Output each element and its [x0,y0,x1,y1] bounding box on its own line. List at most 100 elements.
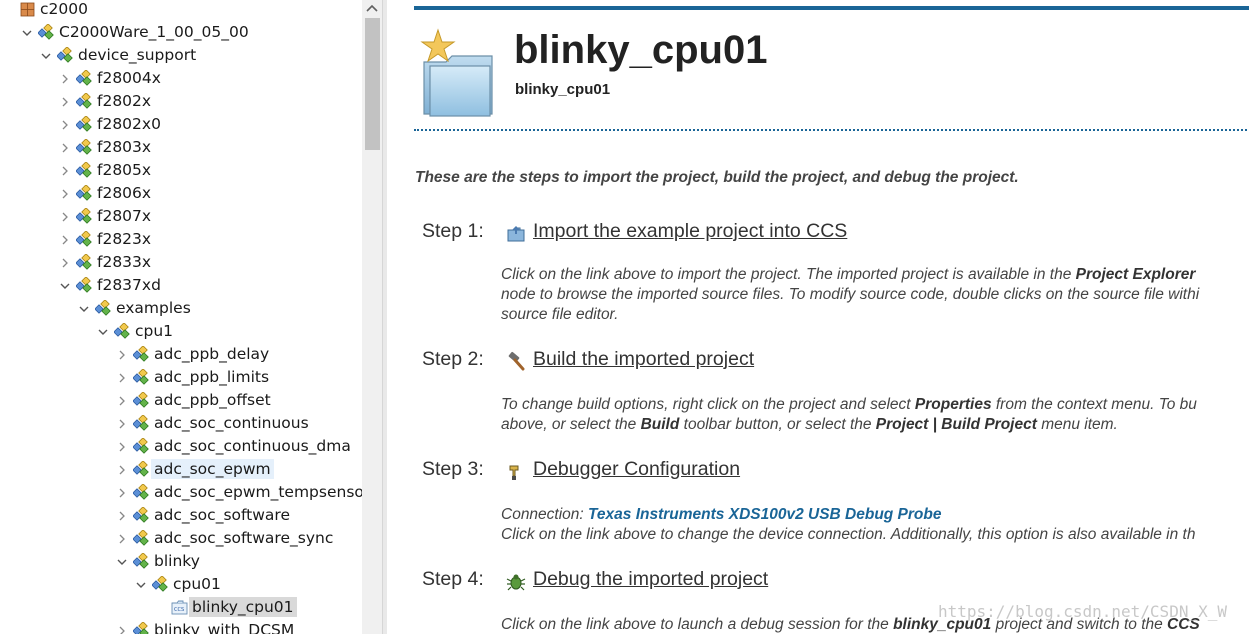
tree-item-label: f2837xd [97,276,161,294]
chevron-right-icon[interactable] [117,531,127,545]
tree-item-label: blinky_with_DCSM [154,621,295,634]
chevron-down-icon[interactable] [117,554,127,568]
tree-item-label: f2807x [97,207,152,225]
intro-text: These are the steps to import the projec… [415,169,1019,186]
package-icon [132,345,150,363]
tree-item-label: adc_ppb_offset [154,391,271,409]
tree-item[interactable]: adc_soc_epwm_tempsensor [0,481,362,504]
package-icon [132,621,150,634]
tree-item[interactable]: adc_ppb_offset [0,389,362,412]
chevron-down-icon[interactable] [22,25,32,39]
tree-item-label: blinky [154,552,200,570]
package-icon [75,184,93,202]
chevron-down-icon[interactable] [79,301,89,315]
tree-item[interactable]: adc_soc_continuous_dma [0,435,362,458]
package-icon [132,483,150,501]
chevron-right-icon[interactable] [60,117,70,131]
tree-item[interactable]: device_support [0,44,362,67]
tree-item-label: f2802x [97,92,152,110]
build-project-link[interactable]: Build the imported project [533,348,754,371]
tree-item[interactable]: cpu1 [0,320,362,343]
chevron-right-icon[interactable] [117,623,127,634]
chevron-right-icon[interactable] [117,508,127,522]
tree-item-label: adc_soc_epwm [151,459,274,479]
tree-item[interactable]: c2000 [0,0,362,21]
chevron-right-icon[interactable] [60,186,70,200]
tree-item[interactable]: f2803x [0,136,362,159]
chevron-down-icon[interactable] [41,48,51,62]
example-readme-page: blinky_cpu01 blinky_cpu01 These are the … [388,0,1249,634]
tree-item[interactable]: adc_soc_software [0,504,362,527]
svg-text:CCS: CCS [174,607,184,613]
tree-item-label: adc_soc_continuous [154,414,309,432]
tree-item[interactable]: CCS blinky_cpu01 [0,596,362,619]
tree-item-label: f2806x [97,184,152,202]
package-icon [132,437,150,455]
package-icon [151,575,169,593]
chevron-right-icon[interactable] [117,347,127,361]
package-icon [132,414,150,432]
tree-item[interactable]: blinky_with_DCSM [0,619,362,634]
chevron-right-icon[interactable] [117,370,127,384]
chevron-down-icon[interactable] [60,278,70,292]
tree-item[interactable]: blinky [0,550,362,573]
chevron-right-icon[interactable] [117,416,127,430]
tree-item[interactable]: f2802x0 [0,113,362,136]
tree-item[interactable]: f2823x [0,228,362,251]
tree-item[interactable]: adc_soc_software_sync [0,527,362,550]
package-icon [75,207,93,225]
tree-item[interactable]: f2806x [0,182,362,205]
chevron-down-icon[interactable] [136,577,146,591]
tree-item[interactable]: f2837xd [0,274,362,297]
panel-divider[interactable] [382,0,387,634]
page-subtitle: blinky_cpu01 [515,81,611,98]
chevron-right-icon[interactable] [117,439,127,453]
package-icon [75,230,93,248]
tree-item[interactable]: f2833x [0,251,362,274]
tree-item-label: adc_soc_software [154,506,291,524]
debugger-configuration-link[interactable]: Debugger Configuration [533,458,740,481]
tree-item[interactable]: f2802x [0,90,362,113]
project-folder-icon [420,28,493,117]
package-icon [94,299,112,317]
tree-item[interactable]: f2807x [0,205,362,228]
scrollbar-thumb[interactable] [365,18,380,150]
chevron-right-icon[interactable] [117,485,127,499]
package-icon [75,115,93,133]
tree-item[interactable]: adc_ppb_limits [0,366,362,389]
tree-item[interactable]: cpu01 [0,573,362,596]
chevron-right-icon[interactable] [117,462,127,476]
tree-item[interactable]: adc_soc_continuous [0,412,362,435]
package-icon [75,276,93,294]
tree-item[interactable]: C2000Ware_1_00_05_00 [0,21,362,44]
project-root-icon [19,1,36,18]
tree-item[interactable]: adc_ppb_delay [0,343,362,366]
chevron-right-icon[interactable] [60,209,70,223]
scroll-up-icon[interactable] [362,0,382,17]
chevron-right-icon[interactable] [60,71,70,85]
tree-item-label: device_support [78,46,197,64]
chevron-right-icon[interactable] [60,94,70,108]
debug-project-link[interactable]: Debug the imported project [533,568,768,591]
import-project-link[interactable]: Import the example project into CCS [533,220,847,243]
tree-item-label: adc_ppb_delay [154,345,270,363]
ccs-project-icon: CCS [171,599,188,616]
chevron-right-icon[interactable] [60,232,70,246]
chevron-right-icon[interactable] [60,255,70,269]
step-4-label: Step 4: [422,568,484,590]
chevron-right-icon[interactable] [117,393,127,407]
debug-probe-link[interactable]: Texas Instruments XDS100v2 USB Debug Pro… [588,506,941,523]
tree-item-label: cpu01 [173,575,221,593]
tree-item[interactable]: adc_soc_epwm [0,458,362,481]
tree-scrollbar[interactable] [362,0,382,634]
debugger-config-icon [509,465,519,480]
chevron-right-icon[interactable] [60,140,70,154]
chevron-down-icon[interactable] [98,324,108,338]
tree-item[interactable]: f2805x [0,159,362,182]
project-explorer-tree[interactable]: c2000 C2000Ware_1_00_05_00 device_supportf… [0,0,362,634]
tree-item-label: adc_soc_epwm_tempsensor [154,483,362,501]
chevron-right-icon[interactable] [60,163,70,177]
package-icon [75,69,93,87]
tree-item[interactable]: f28004x [0,67,362,90]
tree-item[interactable]: examples [0,297,362,320]
